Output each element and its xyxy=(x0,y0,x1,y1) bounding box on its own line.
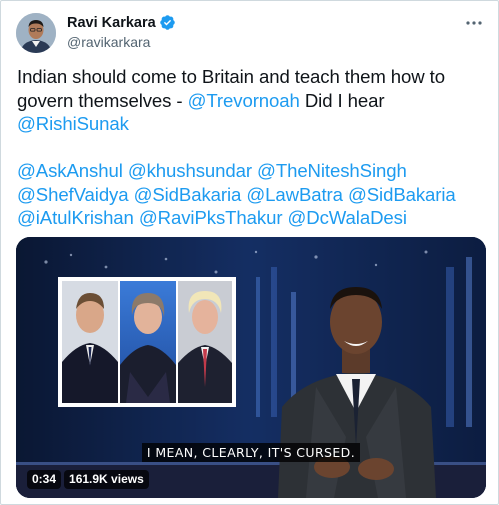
video-time: 0:34 xyxy=(27,470,62,489)
mention-link[interactable]: @SidBakaria xyxy=(348,184,456,205)
video-caption-text: I MEAN, CLEARLY, IT'S CURSED. xyxy=(141,443,361,462)
user-info: Ravi Karkara @ravikarkara xyxy=(67,13,176,50)
mention-link[interactable]: @AskAnshul xyxy=(17,160,123,181)
mention-link[interactable]: @ShefVaidya xyxy=(17,184,129,205)
mention-link[interactable]: @RishiSunak xyxy=(17,113,129,134)
mention-link[interactable]: @DcWalaDesi xyxy=(288,207,407,228)
avatar[interactable] xyxy=(16,13,56,53)
tweet-text: Indian should come to Britain and teach … xyxy=(17,65,487,230)
verified-badge-icon xyxy=(159,15,175,30)
video-caption: I MEAN, CLEARLY, IT'S CURSED. xyxy=(16,443,486,462)
more-options-icon[interactable] xyxy=(464,13,484,33)
mention-link[interactable]: @RaviPksThakur xyxy=(139,207,283,228)
video-meta: 0:34 161.9K views xyxy=(27,470,149,489)
video-player[interactable]: I MEAN, CLEARLY, IT'S CURSED. 0:34 161.9… xyxy=(16,237,486,498)
user-handle[interactable]: @ravikarkara xyxy=(67,34,176,50)
mention-link[interactable]: @Trevornoah xyxy=(188,90,300,111)
tweet-text-paragraph-1: Indian should come to Britain and teach … xyxy=(17,65,487,136)
mention-link[interactable]: @LawBatra xyxy=(246,184,343,205)
mention-link[interactable]: @iAtulKrishan xyxy=(17,207,134,228)
tweet-text-body: Did I hear xyxy=(299,89,385,111)
tweet-card: Ravi Karkara @ravikarkara Indian should … xyxy=(0,0,499,505)
tweet-text-paragraph-2: @AskAnshul @khushsundar @TheNiteshSingh @… xyxy=(17,159,487,230)
mention-link[interactable]: @SidBakaria xyxy=(134,184,242,205)
mention-link[interactable]: @TheNiteshSingh xyxy=(257,160,407,181)
mention-link[interactable]: @khushsundar xyxy=(128,160,252,181)
display-name[interactable]: Ravi Karkara xyxy=(67,15,156,31)
video-views: 161.9K views xyxy=(64,470,149,489)
name-row: Ravi Karkara xyxy=(67,13,176,32)
